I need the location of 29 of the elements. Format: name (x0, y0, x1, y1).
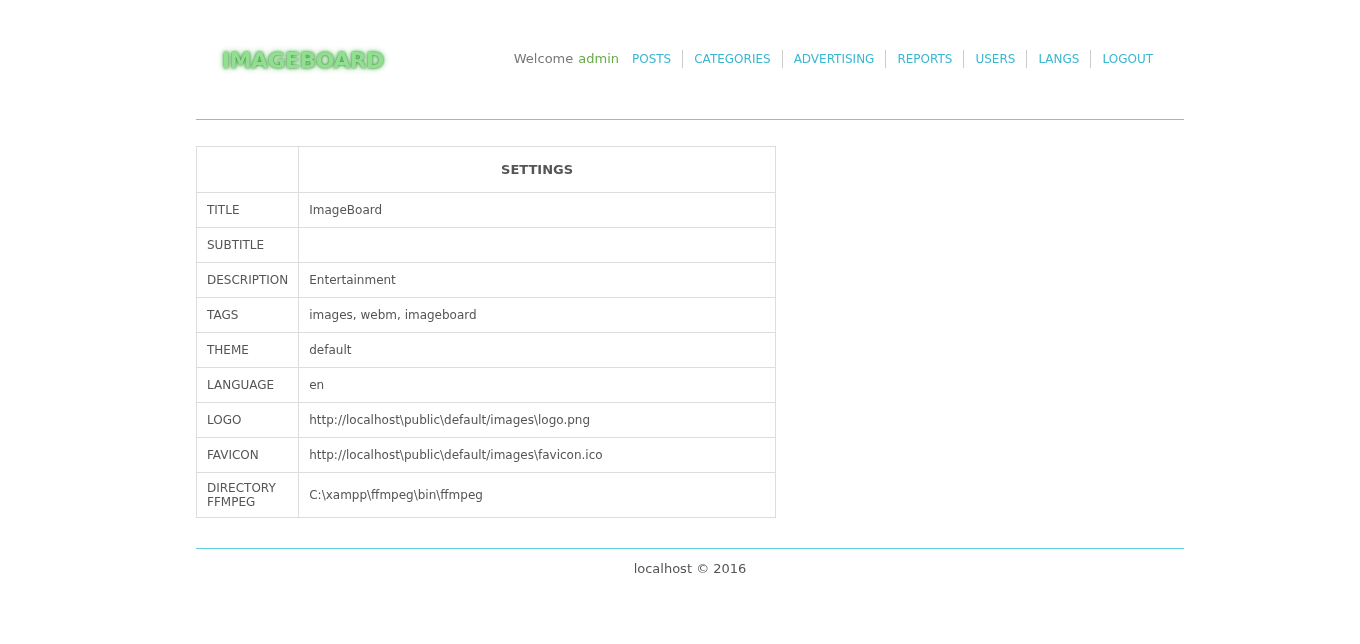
nav-link[interactable]: LANGS (1038, 49, 1080, 68)
footer-text: localhost © 2016 (633, 560, 747, 578)
nav-link[interactable]: REPORTS (897, 49, 953, 68)
nav-link[interactable]: LOGOUT (1102, 49, 1153, 68)
setting-value: images, webm, imageboard (298, 297, 776, 333)
setting-label: THEME (196, 332, 299, 368)
setting-label: TAGS (196, 297, 299, 333)
setting-value: http://localhost\public\default/images\logo.png (298, 402, 776, 438)
setting-value: ImageBoard (298, 192, 776, 228)
setting-value: Entertainment (298, 262, 776, 298)
nav-link[interactable]: CATEGORIES (694, 49, 771, 68)
setting-label: LOGO (196, 402, 299, 438)
setting-label: DESCRIPTION (196, 262, 299, 298)
nav-link[interactable]: POSTS (632, 49, 672, 68)
setting-value: http://localhost\public\default/images\favicon.ico (298, 437, 776, 473)
setting-value: C:\xampp\ffmpeg\bin\ffmpeg (298, 472, 776, 518)
nav-link[interactable]: USERS (975, 49, 1016, 68)
setting-label: FAVICON (196, 437, 299, 473)
username-text: admin (578, 50, 619, 68)
site-logo[interactable]: IMAGEBOARD (222, 44, 384, 77)
setting-label: LANGUAGE (196, 367, 299, 403)
setting-value: en (298, 367, 776, 403)
table-heading: SETTINGS (298, 146, 776, 193)
nav-link[interactable]: ADVERTISING (793, 49, 875, 68)
setting-label: SUBTITLE (196, 227, 299, 263)
setting-label: DIRECTORY FFMPEG (196, 472, 299, 518)
setting-value: default (298, 332, 776, 368)
setting-label: TITLE (196, 192, 299, 228)
welcome-text: Welcome (513, 50, 574, 68)
